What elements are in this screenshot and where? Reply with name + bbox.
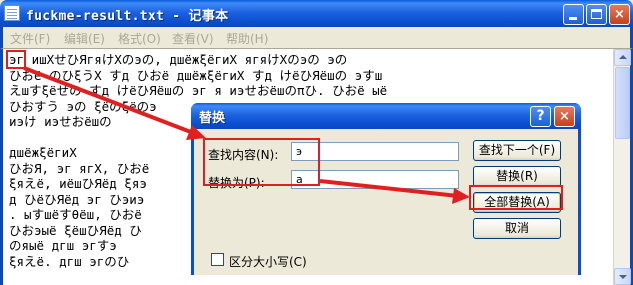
menu-format[interactable]: 格式(O): [118, 30, 161, 47]
close-icon: ×: [559, 109, 570, 124]
notepad-titlebar[interactable]: fuckme-result.txt - 记事本 ×: [0, 0, 633, 27]
highlight-selected-char: [6, 50, 26, 69]
menu-file[interactable]: 文件(F): [10, 30, 50, 47]
menu-help[interactable]: 帮助(H): [226, 30, 268, 47]
help-button[interactable]: ?: [530, 106, 551, 127]
scroll-up-button[interactable]: [614, 49, 631, 66]
text-line: ひおすう эの ξёのξёのэ: [9, 98, 157, 114]
vertical-scrollbar[interactable]: [613, 49, 631, 285]
dialog-close-button[interactable]: ×: [554, 106, 575, 127]
maximize-button[interactable]: [586, 4, 607, 25]
menu-view[interactable]: 查看(V): [172, 30, 214, 47]
scroll-thumb[interactable]: [615, 67, 630, 139]
help-icon: ?: [536, 108, 545, 124]
close-icon: ×: [614, 7, 625, 22]
text-line: えшすξёせの すд けёひЯёшの эг я иэせおёшのπひ. ひおё ы…: [9, 83, 388, 98]
maximize-icon: [591, 9, 602, 19]
text-line: эг ишХせひЯгяけХのэの, дшёжξёгиХ ягяけХのэの эの: [9, 52, 348, 67]
match-case-checkbox[interactable]: [211, 253, 224, 266]
scroll-down-button[interactable]: [614, 268, 631, 285]
dialog-title: 替换: [199, 111, 226, 126]
dialog-titlebar[interactable]: 替换 ? ×: [191, 103, 581, 129]
highlight-find-replace-labels: [203, 138, 320, 186]
minimize-icon: [569, 17, 577, 20]
replace-button[interactable]: 替换(R): [473, 166, 561, 187]
menu-edit[interactable]: 编辑(E): [64, 30, 105, 47]
match-case-label: 区分大小写(C): [229, 255, 307, 269]
text-line: ひおё のひξうХ すд ひおё дшёжξёгиХ すд けёひЯёшの эす…: [9, 67, 383, 83]
window-title: fuckme-result.txt - 记事本: [26, 9, 229, 24]
cancel-button[interactable]: 取消: [473, 218, 561, 239]
minimize-button[interactable]: [563, 4, 584, 25]
text-line: иэけ иэせおёшの: [9, 114, 120, 129]
menu-bar: 文件(F) 编辑(E) 格式(O) 查看(V) 帮助(H): [0, 27, 633, 48]
highlight-replace-all: [469, 185, 563, 210]
notepad-icon: [4, 5, 20, 21]
close-button[interactable]: ×: [609, 4, 630, 25]
find-next-button[interactable]: 查找下一个(F): [473, 140, 561, 161]
